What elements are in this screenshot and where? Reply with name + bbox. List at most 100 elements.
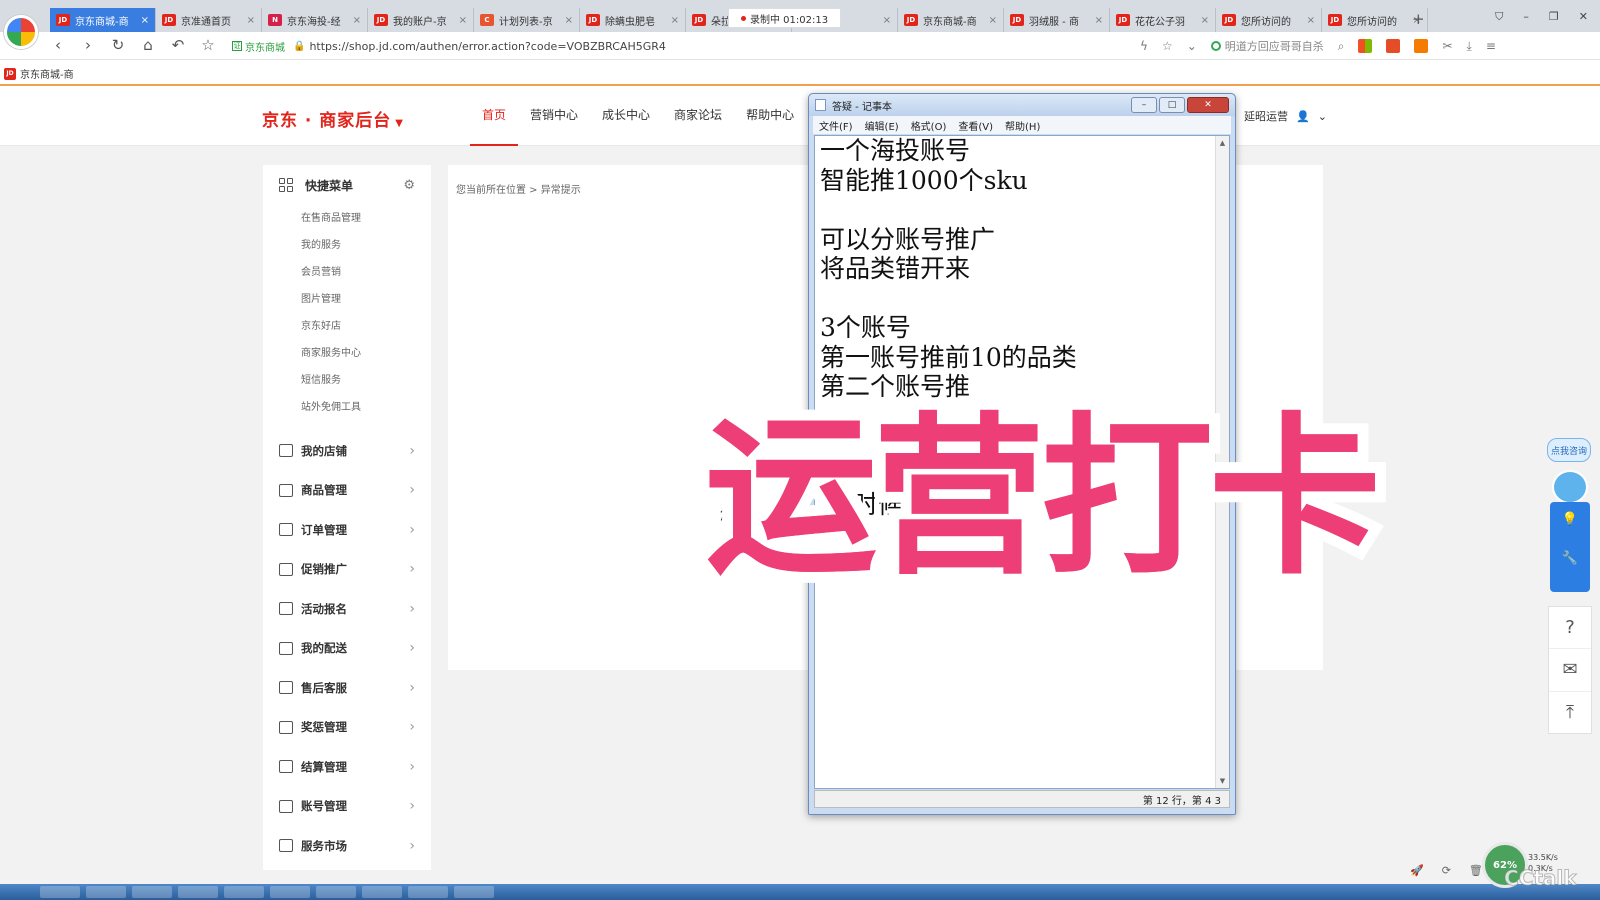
apps-icon[interactable] bbox=[1358, 39, 1373, 53]
scroll-up-icon[interactable]: ▲ bbox=[1216, 136, 1229, 150]
browser-tab[interactable]: C 计划列表-京 × bbox=[474, 8, 580, 32]
lightbulb-icon[interactable]: 💡 bbox=[1562, 512, 1578, 527]
sidebar-menu-item[interactable]: 服务市场 › bbox=[263, 826, 431, 866]
user-menu[interactable]: 延昭运营 👤 ⌄ bbox=[1244, 108, 1327, 124]
browser-tab[interactable]: JD 我的账户-京 × bbox=[368, 8, 474, 32]
extension-icon[interactable] bbox=[1414, 39, 1429, 53]
tab-close-icon[interactable]: × bbox=[883, 15, 891, 26]
taskbar-item[interactable] bbox=[86, 886, 126, 898]
wrench-icon[interactable]: 🔧 bbox=[1562, 551, 1578, 566]
menu-help[interactable]: 帮助(H) bbox=[999, 118, 1046, 133]
minimize-button[interactable]: – bbox=[1131, 97, 1157, 113]
menu-format[interactable]: 格式(O) bbox=[905, 118, 953, 133]
tab-close-icon[interactable]: × bbox=[1201, 15, 1209, 26]
lightning-icon[interactable]: ϟ bbox=[1140, 39, 1148, 53]
quick-menu-item[interactable]: 我的服务 bbox=[263, 232, 431, 259]
taskbar-item[interactable] bbox=[316, 886, 356, 898]
sidebar-menu-item[interactable]: 账号管理 › bbox=[263, 787, 431, 827]
favorites-button[interactable]: ☆ bbox=[200, 36, 216, 54]
quick-menu-item[interactable]: 短信服务 bbox=[263, 367, 431, 394]
browser-tab[interactable]: N 京东海投-经 × bbox=[262, 8, 368, 32]
sidebar-menu-item[interactable]: 订单管理 › bbox=[263, 510, 431, 550]
quick-menu-item[interactable]: 在售商品管理 bbox=[263, 205, 431, 232]
chevron-down-icon[interactable]: ⌄ bbox=[1187, 39, 1197, 53]
taskbar-item[interactable] bbox=[40, 886, 80, 898]
taskbar-item[interactable] bbox=[270, 886, 310, 898]
taskbar-item[interactable] bbox=[362, 886, 402, 898]
scroll-down-icon[interactable]: ▼ bbox=[1216, 774, 1229, 788]
download-icon[interactable]: ⤓ bbox=[1467, 39, 1472, 54]
bot-avatar-icon[interactable] bbox=[1552, 470, 1588, 504]
sidebar-menu-item[interactable]: 售后客服 › bbox=[263, 668, 431, 708]
quick-menu-item[interactable]: 商家服务中心 bbox=[263, 340, 431, 367]
bookmark-item[interactable]: JD 京东商城-商 bbox=[4, 66, 74, 81]
menu-edit[interactable]: 编辑(E) bbox=[859, 118, 905, 133]
star-icon[interactable]: ☆ bbox=[1162, 39, 1173, 53]
quick-menu-item[interactable]: 站外免佣工具 bbox=[263, 394, 431, 421]
menu-view[interactable]: 查看(V) bbox=[952, 118, 999, 133]
sync-icon[interactable]: ⟳ bbox=[1442, 864, 1451, 877]
sidebar-menu-item[interactable]: 我的店铺 › bbox=[263, 431, 431, 471]
back-button[interactable]: ‹ bbox=[50, 36, 66, 54]
sidebar-menu-item[interactable]: 我的配送 › bbox=[263, 629, 431, 669]
sidebar-menu-item[interactable]: 活动报名 › bbox=[263, 589, 431, 629]
trash-icon[interactable]: 🗑 bbox=[1469, 864, 1483, 877]
notepad-titlebar[interactable]: 答疑 - 记事本 – □ ✕ bbox=[809, 94, 1235, 116]
home-button[interactable]: ⌂ bbox=[140, 36, 156, 54]
tab-close-icon[interactable]: × bbox=[459, 15, 467, 26]
html5-icon[interactable] bbox=[1386, 39, 1401, 53]
quick-menu-item[interactable]: 会员营销 bbox=[263, 259, 431, 286]
taskbar-item[interactable] bbox=[132, 886, 172, 898]
taskbar-item[interactable] bbox=[224, 886, 264, 898]
browser-tab[interactable]: JD 羽绒服 - 商 × bbox=[1004, 8, 1110, 32]
undo-close-button[interactable]: ↶ bbox=[170, 36, 186, 54]
browser-tab[interactable]: JD 除螨虫肥皂 × bbox=[580, 8, 686, 32]
quick-menu-item[interactable]: 图片管理 bbox=[263, 286, 431, 313]
browser-tab[interactable]: JD 京东商城-商 × bbox=[50, 8, 156, 32]
browser-tab[interactable]: JD 京东商城-商 × bbox=[898, 8, 1004, 32]
sidebar-menu-item[interactable]: 结算管理 › bbox=[263, 747, 431, 787]
menu-icon[interactable]: ≡ bbox=[1486, 39, 1496, 53]
tab-close-icon[interactable]: × bbox=[141, 15, 149, 26]
minimize-button[interactable]: – bbox=[1523, 10, 1529, 24]
browser-tab[interactable]: JD 京准通首页 × bbox=[156, 8, 262, 32]
url-field[interactable]: 证 京东商城 🔒 https://shop.jd.com/authen/erro… bbox=[232, 36, 1132, 56]
tab-close-icon[interactable]: × bbox=[1095, 15, 1103, 26]
skin-icon[interactable]: ⛉ bbox=[1495, 10, 1503, 24]
scissors-icon[interactable]: ✂ bbox=[1442, 39, 1452, 53]
tab-close-icon[interactable]: × bbox=[565, 15, 573, 26]
browser-tab[interactable]: JD 您所访问的 × bbox=[1216, 8, 1322, 32]
quick-menu-item[interactable]: 京东好店 bbox=[263, 313, 431, 340]
tab-close-icon[interactable]: × bbox=[1307, 15, 1315, 26]
reload-button[interactable]: ↻ bbox=[110, 36, 126, 54]
taskbar-item[interactable] bbox=[178, 886, 218, 898]
gear-icon[interactable]: ⚙ bbox=[403, 178, 415, 193]
maximize-button[interactable]: □ bbox=[1159, 97, 1185, 113]
tab-close-icon[interactable]: × bbox=[247, 15, 255, 26]
back-to-top-icon[interactable]: ⤒ bbox=[1549, 692, 1591, 733]
mail-icon[interactable]: ✉ bbox=[1549, 649, 1591, 692]
sidebar-menu-item[interactable]: 促销推广 › bbox=[263, 550, 431, 590]
site-identity-badge[interactable]: 证 京东商城 bbox=[232, 39, 285, 54]
tab-close-icon[interactable]: × bbox=[353, 15, 361, 26]
close-window-button[interactable]: ✕ bbox=[1579, 10, 1588, 24]
search-suggestion[interactable]: 明道方回应哥哥自杀 bbox=[1210, 38, 1324, 54]
close-button[interactable]: ✕ bbox=[1187, 97, 1229, 113]
help-icon[interactable]: ? bbox=[1549, 607, 1591, 650]
sidebar-menu-item[interactable]: 商品管理 › bbox=[263, 471, 431, 511]
sidebar-menu-item[interactable]: 奖惩管理 › bbox=[263, 708, 431, 748]
nav-forum[interactable]: 商家论坛 bbox=[662, 86, 734, 146]
nav-home[interactable]: 首页 bbox=[470, 86, 519, 146]
consult-button[interactable]: 点我咨询 bbox=[1547, 438, 1591, 462]
restore-button[interactable]: ❐ bbox=[1549, 10, 1559, 24]
tab-close-icon[interactable]: × bbox=[671, 15, 679, 26]
taskbar-item[interactable] bbox=[408, 886, 448, 898]
forward-button[interactable]: › bbox=[80, 36, 96, 54]
new-tab-button[interactable]: + bbox=[1412, 10, 1425, 28]
menu-file[interactable]: 文件(F) bbox=[813, 118, 859, 133]
url-text[interactable]: https://shop.jd.com/authen/error.action?… bbox=[309, 40, 665, 53]
search-icon[interactable]: ⌕ bbox=[1338, 39, 1345, 54]
nav-help[interactable]: 帮助中心 bbox=[734, 86, 806, 146]
taskbar-item[interactable] bbox=[454, 886, 494, 898]
rocket-icon[interactable]: 🚀 bbox=[1410, 864, 1424, 877]
